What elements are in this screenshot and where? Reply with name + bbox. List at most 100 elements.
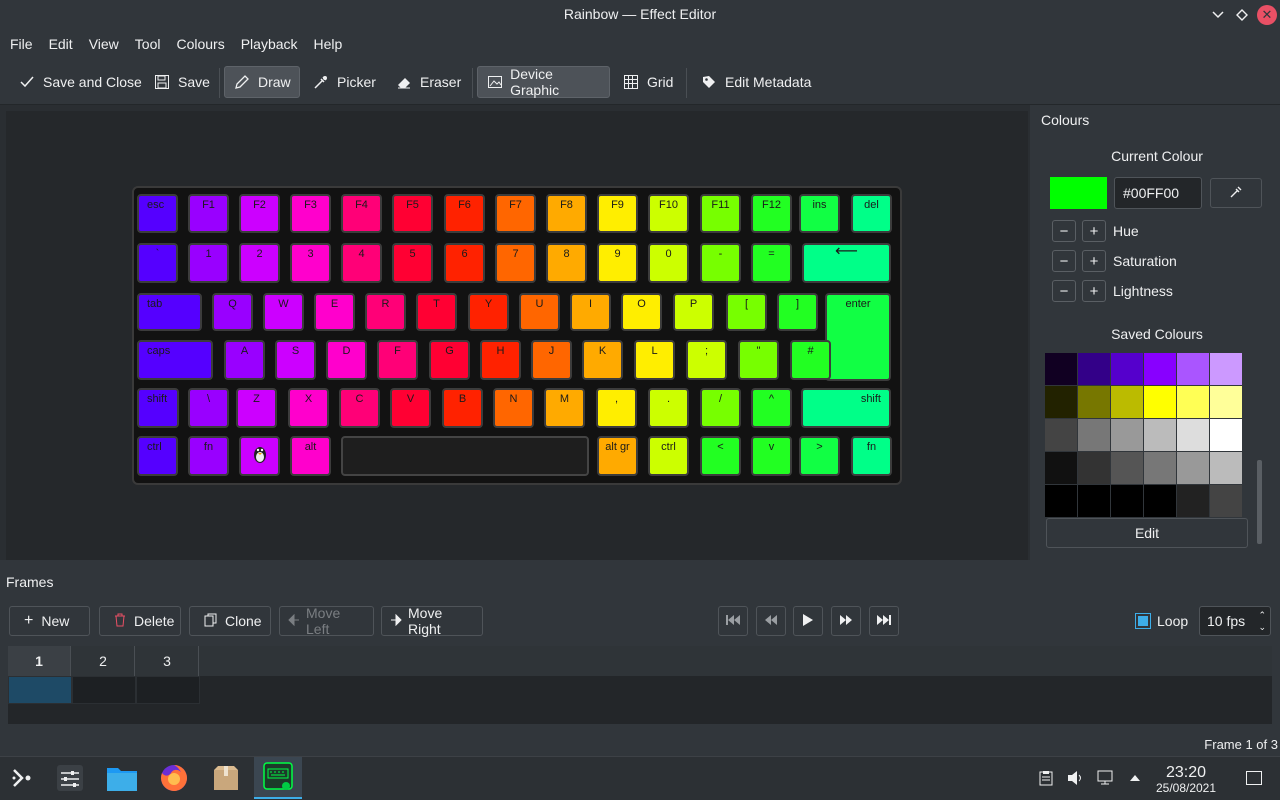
saved-colour-swatch[interactable] (1144, 353, 1176, 385)
saved-colour-swatch[interactable] (1078, 485, 1110, 517)
key-f3[interactable]: F3 (290, 194, 331, 233)
maximize-button[interactable] (1232, 5, 1252, 25)
network-icon[interactable] (1096, 768, 1116, 788)
key-alt[interactable]: alt (290, 436, 331, 476)
hue-decrease-button[interactable]: − (1052, 220, 1076, 242)
hex-colour-input[interactable] (1114, 177, 1202, 209)
play-button[interactable] (793, 606, 823, 636)
key-sym9[interactable]: , (596, 388, 637, 428)
menu-colours[interactable]: Colours (168, 30, 232, 58)
key-2[interactable]: 2 (239, 243, 280, 283)
key-x[interactable]: X (288, 388, 329, 428)
key-g[interactable]: G (429, 340, 470, 380)
key-space[interactable] (341, 436, 589, 476)
key-d[interactable]: D (326, 340, 367, 380)
key-shift[interactable]: shift (137, 388, 179, 428)
saturation-decrease-button[interactable]: − (1052, 250, 1076, 272)
edit-metadata-button[interactable]: Edit Metadata (692, 66, 819, 98)
saved-colour-swatch[interactable] (1144, 386, 1176, 418)
saved-colour-swatch[interactable] (1078, 419, 1110, 451)
first-frame-button[interactable] (718, 606, 748, 636)
key-y[interactable]: Y (468, 293, 509, 331)
saved-colour-swatch[interactable] (1210, 419, 1242, 451)
file-manager-icon[interactable] (102, 758, 142, 798)
saved-colour-swatch[interactable] (1111, 386, 1143, 418)
key-q[interactable]: Q (212, 293, 253, 331)
saved-colour-swatch[interactable] (1111, 353, 1143, 385)
key-w[interactable]: W (263, 293, 304, 331)
key-f[interactable]: F (377, 340, 418, 380)
device-graphic-toggle[interactable]: Device Graphic (477, 66, 610, 98)
key-f12[interactable]: F12 (751, 194, 792, 233)
saved-colour-swatch[interactable] (1078, 452, 1110, 484)
current-colour-swatch[interactable] (1050, 177, 1107, 209)
key-i[interactable]: I (570, 293, 611, 331)
key-e[interactable]: E (314, 293, 355, 331)
saved-colour-swatch[interactable] (1045, 353, 1077, 385)
key-l[interactable]: L (634, 340, 675, 380)
last-frame-button[interactable] (869, 606, 899, 636)
frame-tab-3[interactable]: 3 (136, 646, 199, 676)
saved-colour-swatch[interactable] (1210, 353, 1242, 385)
key-sym12[interactable]: # (790, 340, 831, 380)
saved-colours-scrollbar[interactable] (1257, 460, 1262, 544)
polychromatic-taskbar-item[interactable] (254, 757, 302, 799)
eraser-tool-button[interactable]: Eraser (387, 66, 469, 98)
key-sym12[interactable]: ] (777, 293, 818, 331)
menu-file[interactable]: File (2, 30, 41, 58)
menu-view[interactable]: View (81, 30, 127, 58)
saved-colour-swatch[interactable] (1144, 485, 1176, 517)
app-launcher-icon[interactable] (2, 758, 42, 798)
delete-frame-button[interactable]: Delete (99, 606, 181, 636)
key-1[interactable]: 1 (188, 243, 229, 283)
key-f8[interactable]: F8 (546, 194, 587, 233)
key-sym0[interactable]: ` (137, 243, 178, 283)
key-v[interactable]: v (751, 436, 792, 476)
saved-colour-swatch[interactable] (1210, 386, 1242, 418)
key-7[interactable]: 7 (495, 243, 536, 283)
saved-colour-swatch[interactable] (1111, 485, 1143, 517)
grid-toggle[interactable]: Grid (614, 66, 681, 98)
key-f4[interactable]: F4 (341, 194, 382, 233)
saved-colour-swatch[interactable] (1045, 452, 1077, 484)
key-sym7[interactable]: < (700, 436, 741, 476)
move-left-button[interactable]: Move Left (279, 605, 374, 637)
saved-colour-swatch[interactable] (1177, 419, 1209, 451)
saved-colour-swatch[interactable] (1177, 353, 1209, 385)
saved-colour-swatch[interactable] (1045, 419, 1077, 451)
firefox-icon[interactable] (154, 758, 194, 798)
saved-colour-swatch[interactable] (1144, 452, 1176, 484)
key-v[interactable]: V (390, 388, 431, 428)
clock-time[interactable]: 23:20 (1150, 764, 1222, 782)
frame-tab-1[interactable]: 1 (8, 646, 71, 676)
key-f5[interactable]: F5 (392, 194, 433, 233)
key-f6[interactable]: F6 (444, 194, 485, 233)
key-sym11[interactable]: [ (726, 293, 767, 331)
saved-colour-swatch[interactable] (1210, 485, 1242, 517)
spin-arrows-icon[interactable]: ⌃ ⌄ (1258, 609, 1266, 633)
save-button[interactable]: Save (145, 66, 218, 98)
key-m[interactable]: M (544, 388, 585, 428)
key-sym12[interactable]: ^ (751, 388, 792, 428)
save-and-close-button[interactable]: Save and Close (10, 66, 150, 98)
key-tab[interactable]: tab (137, 293, 202, 331)
key-sym11[interactable]: / (700, 388, 741, 428)
key-sym13[interactable]: ⟵ (802, 243, 891, 283)
menu-tool[interactable]: Tool (127, 30, 169, 58)
fps-spinbox[interactable]: 10 fps ⌃ ⌄ (1199, 606, 1271, 636)
key-shift[interactable]: shift (801, 388, 891, 428)
next-frame-button[interactable] (831, 606, 861, 636)
key-k[interactable]: K (582, 340, 623, 380)
clock-date[interactable]: 25/08/2021 (1146, 781, 1226, 795)
key-f9[interactable]: F9 (597, 194, 638, 233)
saved-colour-swatch[interactable] (1177, 485, 1209, 517)
key-j[interactable]: J (531, 340, 572, 380)
package-manager-icon[interactable] (206, 758, 246, 798)
frame-cell-1[interactable] (8, 676, 72, 704)
menu-edit[interactable]: Edit (41, 30, 81, 58)
frame-cell-3[interactable] (136, 676, 200, 704)
lightness-decrease-button[interactable]: − (1052, 280, 1076, 302)
key-u[interactable]: U (519, 293, 560, 331)
key-f1[interactable]: F1 (188, 194, 229, 233)
minimize-button[interactable] (1208, 5, 1228, 25)
